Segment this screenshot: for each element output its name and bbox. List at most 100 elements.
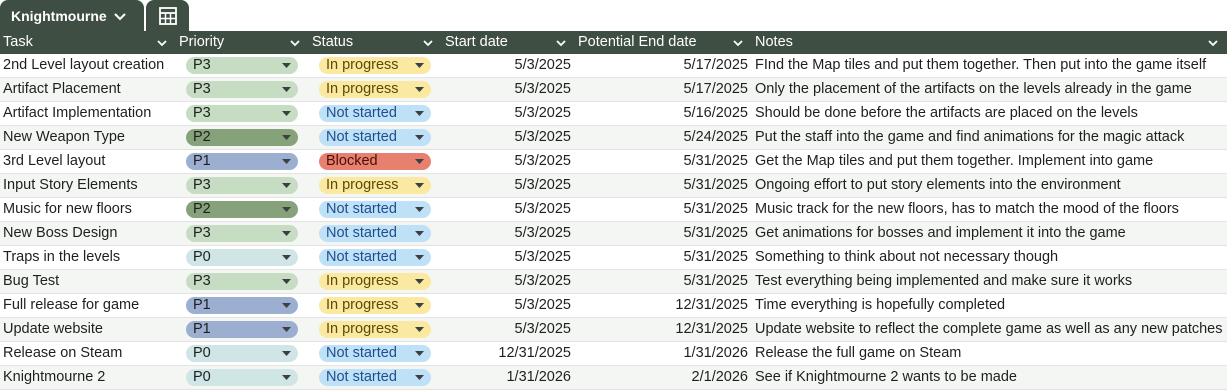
task-cell[interactable]: New Boss Design [0,222,176,245]
dropdown-arrow-icon[interactable] [415,225,424,242]
notes-cell[interactable]: Release the full game on Steam [752,342,1227,365]
start-date-cell[interactable]: 5/3/2025 [442,294,575,317]
notes-cell[interactable]: Update website to reflect the complete g… [752,318,1227,341]
end-date-cell[interactable]: 5/17/2025 [575,78,752,101]
status-chip[interactable]: In progress [319,81,431,98]
column-header-priority[interactable]: Priority [176,31,309,54]
task-cell[interactable]: Artifact Implementation [0,102,176,125]
priority-chip[interactable]: P3 [186,225,298,242]
priority-chip[interactable]: P3 [186,105,298,122]
priority-chip[interactable]: P1 [186,321,298,338]
start-date-cell[interactable]: 5/3/2025 [442,54,575,77]
start-date-cell[interactable]: 1/31/2026 [442,366,575,389]
end-date-cell[interactable]: 5/31/2025 [575,222,752,245]
task-cell[interactable]: Input Story Elements [0,174,176,197]
end-date-cell[interactable]: 5/31/2025 [575,198,752,221]
task-cell[interactable]: 2nd Level layout creation [0,54,176,77]
priority-chip[interactable]: P3 [186,273,298,290]
task-cell[interactable]: Bug Test [0,270,176,293]
chevron-down-icon[interactable] [1207,31,1219,54]
chevron-down-icon[interactable] [113,9,127,23]
start-date-cell[interactable]: 5/3/2025 [442,102,575,125]
start-date-cell[interactable]: 5/3/2025 [442,174,575,197]
dropdown-arrow-icon[interactable] [282,369,291,386]
task-cell[interactable]: Traps in the levels [0,246,176,269]
column-header-notes[interactable]: Notes [752,31,1227,54]
task-cell[interactable]: Knightmourne 2 [0,366,176,389]
start-date-cell[interactable]: 5/3/2025 [442,198,575,221]
end-date-cell[interactable]: 5/31/2025 [575,174,752,197]
column-header-end-date[interactable]: Potential End date [575,31,752,54]
dropdown-arrow-icon[interactable] [415,273,424,290]
priority-chip[interactable]: P0 [186,345,298,362]
dropdown-arrow-icon[interactable] [415,297,424,314]
notes-cell[interactable]: Get animations for bosses and implement … [752,222,1227,245]
priority-chip[interactable]: P1 [186,297,298,314]
notes-cell[interactable]: Something to think about not necessary t… [752,246,1227,269]
dropdown-arrow-icon[interactable] [415,105,424,122]
notes-cell[interactable]: Music track for the new floors, has to m… [752,198,1227,221]
dropdown-arrow-icon[interactable] [282,201,291,218]
chevron-down-icon[interactable] [156,31,168,54]
end-date-cell[interactable]: 12/31/2025 [575,318,752,341]
chevron-down-icon[interactable] [422,31,434,54]
priority-chip[interactable]: P2 [186,129,298,146]
dropdown-arrow-icon[interactable] [282,273,291,290]
priority-chip[interactable]: P3 [186,57,298,74]
dropdown-arrow-icon[interactable] [282,297,291,314]
status-chip[interactable]: Not started [319,105,431,122]
end-date-cell[interactable]: 1/31/2026 [575,342,752,365]
end-date-cell[interactable]: 5/24/2025 [575,126,752,149]
start-date-cell[interactable]: 12/31/2025 [442,342,575,365]
status-chip[interactable]: Not started [319,369,431,386]
task-cell[interactable]: Music for new floors [0,198,176,221]
status-chip[interactable]: Not started [319,225,431,242]
chevron-down-icon[interactable] [289,31,301,54]
dropdown-arrow-icon[interactable] [415,177,424,194]
notes-cell[interactable]: Get the Map tiles and put them together.… [752,150,1227,173]
dropdown-arrow-icon[interactable] [415,81,424,98]
status-chip[interactable]: In progress [319,57,431,74]
notes-cell[interactable]: Put the staff into the game and find ani… [752,126,1227,149]
dropdown-arrow-icon[interactable] [282,225,291,242]
end-date-cell[interactable]: 2/1/2026 [575,366,752,389]
dropdown-arrow-icon[interactable] [415,369,424,386]
dropdown-arrow-icon[interactable] [282,57,291,74]
task-cell[interactable]: 3rd Level layout [0,150,176,173]
notes-cell[interactable]: See if Knightmourne 2 wants to be made [752,366,1227,389]
chevron-down-icon[interactable] [732,31,744,54]
status-chip[interactable]: Not started [319,249,431,266]
column-header-task[interactable]: Task [0,31,176,54]
dropdown-arrow-icon[interactable] [282,105,291,122]
status-chip[interactable]: Not started [319,201,431,218]
table-view-icon[interactable] [146,0,189,31]
sheet-tab[interactable]: Knightmourne [0,0,144,31]
end-date-cell[interactable]: 5/17/2025 [575,54,752,77]
status-chip[interactable]: Not started [319,129,431,146]
start-date-cell[interactable]: 5/3/2025 [442,318,575,341]
notes-cell[interactable]: FInd the Map tiles and put them together… [752,54,1227,77]
dropdown-arrow-icon[interactable] [415,201,424,218]
status-chip[interactable]: In progress [319,297,431,314]
priority-chip[interactable]: P3 [186,177,298,194]
dropdown-arrow-icon[interactable] [282,81,291,98]
task-cell[interactable]: Full release for game [0,294,176,317]
task-cell[interactable]: Release on Steam [0,342,176,365]
dropdown-arrow-icon[interactable] [282,129,291,146]
notes-cell[interactable]: Only the placement of the artifacts on t… [752,78,1227,101]
notes-cell[interactable]: Test everything being implemented and ma… [752,270,1227,293]
column-header-start-date[interactable]: Start date [442,31,575,54]
priority-chip[interactable]: P1 [186,153,298,170]
notes-cell[interactable]: Should be done before the artifacts are … [752,102,1227,125]
notes-cell[interactable]: Time everything is hopefully completed [752,294,1227,317]
start-date-cell[interactable]: 5/3/2025 [442,126,575,149]
dropdown-arrow-icon[interactable] [415,153,424,170]
dropdown-arrow-icon[interactable] [415,345,424,362]
priority-chip[interactable]: P3 [186,81,298,98]
chevron-down-icon[interactable] [555,31,567,54]
notes-cell[interactable]: Ongoing effort to put story elements int… [752,174,1227,197]
end-date-cell[interactable]: 12/31/2025 [575,294,752,317]
status-chip[interactable]: In progress [319,321,431,338]
status-chip[interactable]: Blocked [319,153,431,170]
dropdown-arrow-icon[interactable] [282,321,291,338]
